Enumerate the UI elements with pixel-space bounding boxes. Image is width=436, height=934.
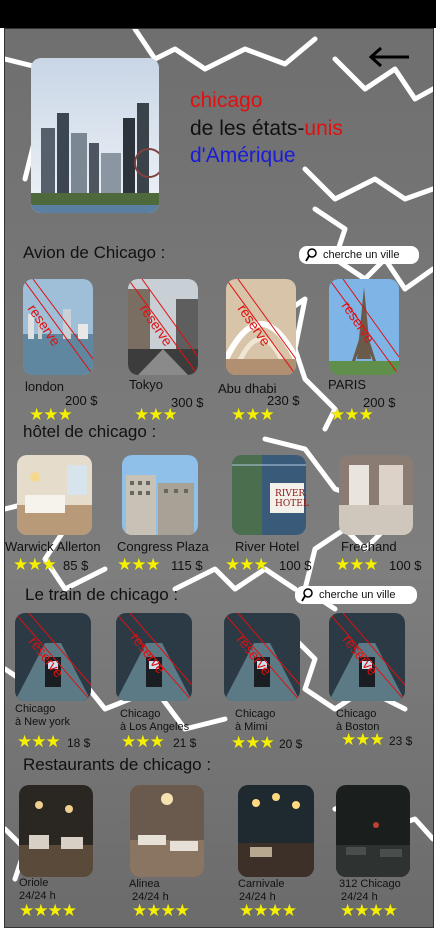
search-icon xyxy=(301,588,313,602)
train-price: 20 $ xyxy=(279,737,303,751)
trains-search-input[interactable]: cherche un ville xyxy=(295,586,417,604)
star-rating: ★★★ xyxy=(330,405,374,424)
restaurant-name: Alinea xyxy=(129,878,160,890)
star-rating: ★★★ xyxy=(117,555,161,574)
star-rating: ★★★ xyxy=(341,730,385,749)
hotel-name: Congress Plaza xyxy=(117,539,209,554)
train-route-from: Chicago xyxy=(336,708,377,720)
train-route-to: à Mimi xyxy=(235,721,268,733)
train-route-from: Chicago xyxy=(15,703,56,715)
app-screen: chicago de les états-unis d'Amérique Avi… xyxy=(4,28,434,928)
restaurant-name: 312 Chicago xyxy=(339,878,401,890)
restaurant-card-carnivale-photo[interactable] xyxy=(238,785,314,877)
hotel-name: Freehand xyxy=(341,539,397,554)
flight-card-london-photo[interactable] xyxy=(23,279,93,375)
train-route-from: Chicago xyxy=(120,708,161,720)
hotel-card-freehand-photo[interactable] xyxy=(339,455,413,535)
restaurant-name: Carnivale xyxy=(238,878,285,890)
header-title-line3: d'Amérique xyxy=(190,144,296,167)
hotel-name: Warwick Allerton xyxy=(5,539,101,554)
flight-name: london xyxy=(25,379,65,394)
star-rating: ★★★ xyxy=(231,733,275,752)
star-rating: ★★★ xyxy=(335,555,379,574)
train-route-to: à New york xyxy=(15,716,71,728)
flights-section-title: Avion de Chicago : xyxy=(23,243,166,262)
restaurants-section-title: Restaurants de chicago : xyxy=(23,755,212,774)
hotel-name: River Hotel xyxy=(235,539,300,554)
star-rating: ★★★ xyxy=(17,732,61,751)
hotel-price: 115 $ xyxy=(171,558,203,573)
restaurant-name: Oriole xyxy=(19,877,49,889)
train-price: 18 $ xyxy=(67,736,91,750)
star-rating: ★★★ xyxy=(121,732,165,751)
star-rating: ★★★ xyxy=(231,405,275,424)
restaurant-card-alinea-photo[interactable] xyxy=(130,785,204,877)
arrow-left-icon[interactable] xyxy=(367,45,411,69)
train-route-from: Chicago xyxy=(235,708,276,720)
star-rating: ★★★ xyxy=(13,555,57,574)
hotel-card-congress-plaza-photo[interactable] xyxy=(122,455,198,535)
trains-section-title: Le train de chicago : xyxy=(25,585,179,604)
train-price: 21 $ xyxy=(173,736,197,750)
hotel-price: 85 $ xyxy=(63,558,89,573)
restaurant-card-oriole-photo[interactable] xyxy=(19,785,93,877)
hotel-price: 100 $ xyxy=(389,558,422,573)
hotel-sign-text: RIVER HOTEL xyxy=(275,489,309,509)
star-rating: ★★★★ xyxy=(340,901,398,920)
header-title-line1: chicago xyxy=(190,89,263,112)
header-title-line2: de les états-unis xyxy=(190,117,343,140)
search-icon xyxy=(305,248,317,262)
star-rating: ★★★★ xyxy=(19,901,77,920)
flight-name: Tokyo xyxy=(129,377,163,392)
hotel-card-warwick-photo[interactable] xyxy=(17,455,92,535)
flight-name: PARIS xyxy=(328,377,367,392)
star-rating: ★★★★ xyxy=(132,901,190,920)
chicago-skyline-photo xyxy=(31,58,159,213)
star-rating: ★★★ xyxy=(225,555,269,574)
hotels-section-title: hôtel de chicago : xyxy=(23,422,157,441)
restaurant-card-312-chicago-photo[interactable] xyxy=(336,785,410,877)
hotel-price: 100 $ xyxy=(279,558,312,573)
status-bar xyxy=(0,0,436,28)
star-rating: ★★★★ xyxy=(239,901,297,920)
train-price: 23 $ xyxy=(389,734,413,748)
flights-search-input[interactable]: cherche un ville xyxy=(299,246,419,264)
